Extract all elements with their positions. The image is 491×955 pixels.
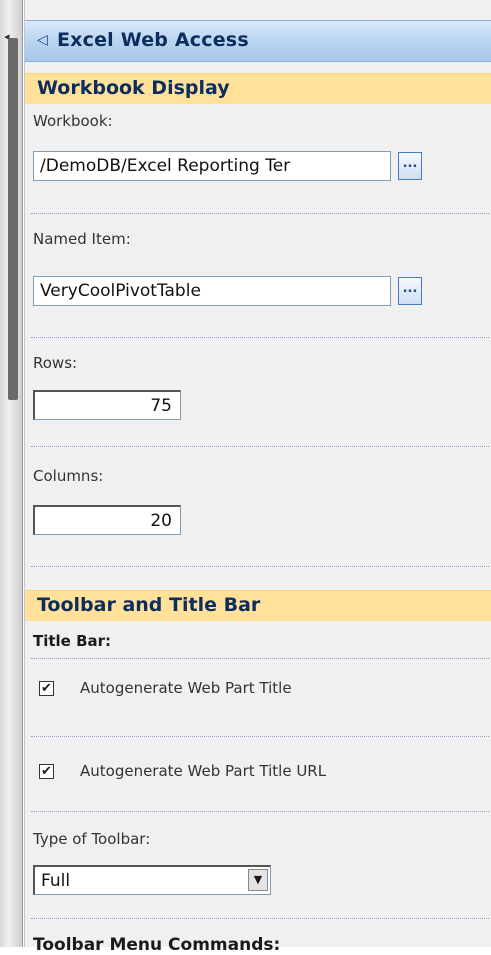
workbook-label: Workbook: xyxy=(33,112,113,130)
workbook-input[interactable]: /DemoDB/Excel Reporting Ter xyxy=(33,151,391,181)
tool-pane-title-bar: ◁ Excel Web Access xyxy=(25,20,491,62)
scrollbar-thumb[interactable] xyxy=(8,38,18,400)
vertical-scrollbar[interactable]: ◂ xyxy=(0,0,23,947)
toolbar-menu-commands-label: Toolbar Menu Commands: xyxy=(33,935,281,955)
columns-label: Columns: xyxy=(33,467,104,485)
divider xyxy=(31,213,489,214)
divider xyxy=(31,337,489,338)
section-header-label: Workbook Display xyxy=(37,77,230,99)
section-header-toolbar-title-bar[interactable]: Toolbar and Title Bar xyxy=(25,590,491,621)
named-item-input[interactable]: VeryCoolPivotTable xyxy=(33,276,391,306)
rows-input[interactable]: 75 xyxy=(33,390,181,420)
divider xyxy=(31,918,489,919)
collapse-arrow-icon[interactable]: ◁ xyxy=(37,32,48,48)
section-header-workbook-display[interactable]: Workbook Display xyxy=(25,73,491,104)
autogenerate-title-url-checkbox[interactable]: ✔ xyxy=(39,764,54,779)
autogenerate-title-url-label: Autogenerate Web Part Title URL xyxy=(80,762,327,780)
toolbar-type-select[interactable]: Full ▼ xyxy=(33,865,271,895)
divider xyxy=(31,658,489,659)
tool-pane-title: Excel Web Access xyxy=(57,29,249,51)
divider xyxy=(31,566,489,567)
divider xyxy=(31,446,489,447)
workbook-browse-button[interactable]: ... xyxy=(398,152,422,180)
autogenerate-title-label: Autogenerate Web Part Title xyxy=(80,679,292,697)
divider xyxy=(31,811,489,812)
named-item-browse-button[interactable]: ... xyxy=(398,277,422,305)
dropdown-arrow-icon[interactable]: ▼ xyxy=(248,869,268,891)
named-item-label: Named Item: xyxy=(33,230,131,248)
title-bar-label: Title Bar: xyxy=(33,632,112,650)
tool-pane: ◁ Excel Web Access Workbook Display Work… xyxy=(24,0,491,955)
section-header-label: Toolbar and Title Bar xyxy=(37,594,261,616)
rows-label: Rows: xyxy=(33,354,78,372)
toolbar-type-value: Full xyxy=(41,871,71,891)
toolbar-type-label: Type of Toolbar: xyxy=(33,830,151,848)
divider xyxy=(31,736,489,737)
autogenerate-title-checkbox[interactable]: ✔ xyxy=(39,681,54,696)
columns-input[interactable]: 20 xyxy=(33,505,181,535)
